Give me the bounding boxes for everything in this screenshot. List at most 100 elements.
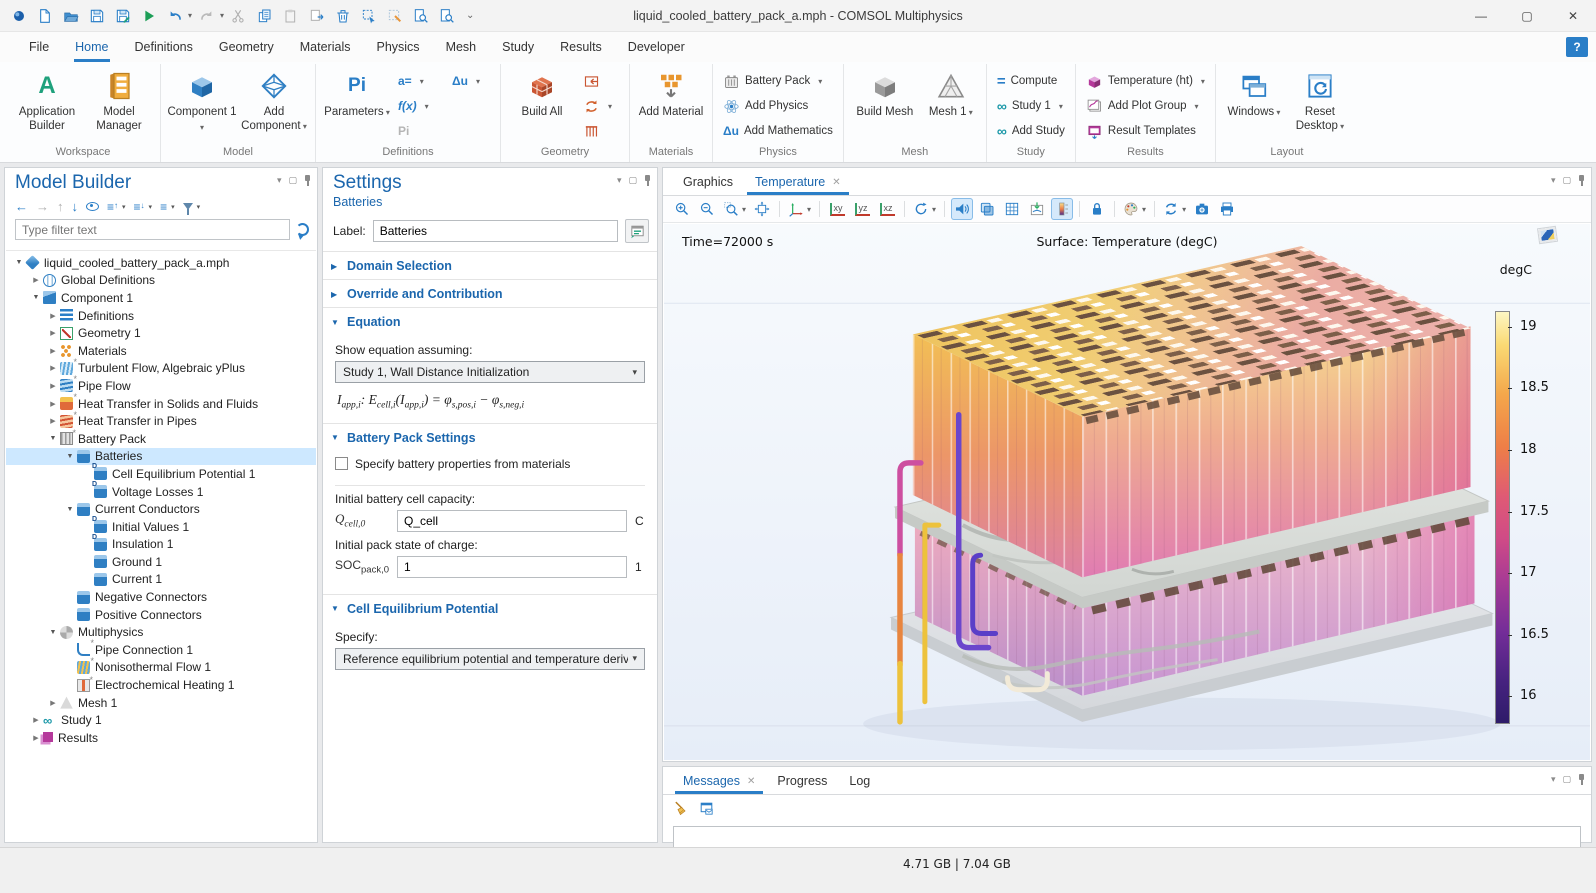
pin-icon[interactable] bbox=[1578, 774, 1585, 785]
select-icon[interactable] bbox=[358, 5, 380, 27]
tree-item-current-conductors[interactable]: Current Conductors bbox=[6, 500, 316, 518]
toolbar-overflow-icon[interactable]: ⌄ bbox=[466, 10, 474, 21]
build-all-button[interactable]: Build All bbox=[507, 66, 577, 144]
expander-icon[interactable] bbox=[12, 259, 26, 266]
compute-button[interactable]: =Compute bbox=[993, 70, 1069, 92]
add-component-button[interactable]: Add Component bbox=[239, 66, 309, 144]
view-yz-icon[interactable]: yz bbox=[851, 198, 873, 220]
parameters-button[interactable]: PiParameters bbox=[322, 66, 392, 144]
add-material-button[interactable]: Add Material bbox=[636, 66, 706, 144]
close-icon[interactable]: ✕ bbox=[747, 776, 755, 787]
copy-text-icon[interactable] bbox=[698, 800, 715, 820]
undo-caret-icon[interactable]: ▾ bbox=[188, 11, 192, 20]
coupling-button[interactable]: Δu bbox=[448, 70, 494, 92]
float-icon[interactable]: ▢ bbox=[288, 175, 297, 186]
soc-input[interactable] bbox=[397, 556, 627, 578]
transparency-icon[interactable] bbox=[976, 198, 998, 220]
refresh-icon[interactable] bbox=[296, 223, 309, 236]
open-file-icon[interactable] bbox=[60, 5, 82, 27]
tree-item-insulation[interactable]: Insulation 1 bbox=[6, 536, 316, 554]
filter-icon[interactable] bbox=[183, 203, 193, 210]
float-icon[interactable]: ▢ bbox=[628, 175, 637, 186]
menu-geometry[interactable]: Geometry bbox=[208, 32, 285, 62]
delete-icon[interactable] bbox=[332, 5, 354, 27]
tab-graphics[interactable]: Graphics bbox=[673, 175, 743, 195]
menu-mesh[interactable]: Mesh bbox=[435, 32, 488, 62]
add-mathematics-button[interactable]: ΔuAdd Mathematics bbox=[719, 120, 837, 142]
expander-icon[interactable] bbox=[29, 734, 43, 742]
back-icon[interactable]: ← bbox=[15, 199, 28, 214]
default-view-icon[interactable] bbox=[786, 198, 813, 220]
expander-icon[interactable] bbox=[46, 629, 60, 636]
undo-icon[interactable] bbox=[164, 5, 186, 27]
filter-input[interactable] bbox=[15, 219, 290, 240]
view-xy-icon[interactable]: xy bbox=[826, 198, 848, 220]
tree-item-component-1[interactable]: Component 1 bbox=[6, 289, 316, 307]
tree-item-pipe-connection[interactable]: Pipe Connection 1 bbox=[6, 641, 316, 659]
result-templates-button[interactable]: Result Templates bbox=[1082, 120, 1209, 142]
equation-assuming-dropdown[interactable]: Study 1, Wall Distance Initialization bbox=[335, 361, 645, 383]
plot-thumbnail-icon[interactable] bbox=[1538, 227, 1557, 243]
expander-icon[interactable] bbox=[29, 716, 43, 724]
expand-caret-icon[interactable]: ▾ bbox=[122, 203, 126, 211]
expander-icon[interactable] bbox=[46, 312, 60, 320]
pin-icon[interactable] bbox=[644, 175, 651, 186]
variables-button[interactable]: a= bbox=[394, 70, 446, 92]
collapse-all-icon[interactable]: ≡↓ bbox=[134, 200, 145, 214]
rename-button[interactable] bbox=[625, 219, 649, 243]
duplicate-icon[interactable] bbox=[306, 5, 328, 27]
move-down-icon[interactable]: ↓ bbox=[72, 199, 79, 214]
tree-item-negative-connectors[interactable]: Negative Connectors bbox=[6, 588, 316, 606]
tree-item-multiphysics[interactable]: Multiphysics bbox=[6, 623, 316, 641]
tree-item-definitions[interactable]: Definitions bbox=[6, 307, 316, 325]
expander-icon[interactable] bbox=[46, 347, 60, 355]
tab-temperature[interactable]: Temperature✕ bbox=[745, 175, 851, 195]
windows-button[interactable]: Windows bbox=[1222, 66, 1286, 144]
add-study-button[interactable]: ∞Add Study bbox=[993, 120, 1069, 142]
import-geometry-button[interactable] bbox=[579, 70, 623, 92]
tree-item-cell-equilibrium[interactable]: Cell Equilibrium Potential 1 bbox=[6, 465, 316, 483]
functions-button[interactable]: f(x) bbox=[394, 95, 446, 117]
show-icon[interactable] bbox=[86, 202, 99, 211]
tree-item-heat-solids[interactable]: Heat Transfer in Solids and Fluids bbox=[6, 395, 316, 413]
menu-definitions[interactable]: Definitions bbox=[124, 32, 204, 62]
component-1-button[interactable]: Component 1 bbox=[167, 66, 237, 144]
expander-icon[interactable] bbox=[46, 699, 60, 707]
expander-icon[interactable] bbox=[46, 435, 60, 442]
color-palette-icon[interactable] bbox=[1121, 198, 1148, 220]
add-plot-group-button[interactable]: Add Plot Group bbox=[1082, 95, 1209, 117]
menu-file[interactable]: File bbox=[18, 32, 60, 62]
close-button[interactable]: ✕ bbox=[1550, 0, 1596, 32]
tree-item-electrochemical-heating[interactable]: Electrochemical Heating 1 bbox=[6, 676, 316, 694]
tree-item-mesh-1[interactable]: Mesh 1 bbox=[6, 694, 316, 712]
add-physics-button[interactable]: Add Physics bbox=[719, 95, 837, 117]
expander-icon[interactable] bbox=[46, 382, 60, 390]
specify-from-materials-row[interactable]: Specify battery properties from material… bbox=[335, 453, 645, 479]
temperature-plot-button[interactable]: Temperature (ht) bbox=[1082, 70, 1209, 92]
section-battery-pack-settings[interactable]: ▼Battery Pack Settings bbox=[323, 423, 657, 451]
scene-light-icon[interactable] bbox=[951, 198, 973, 220]
application-builder-button[interactable]: AApplication Builder bbox=[12, 66, 82, 144]
menu-developer[interactable]: Developer bbox=[617, 32, 696, 62]
graphics-canvas[interactable]: Time=72000 s Surface: Temperature (degC)… bbox=[664, 224, 1590, 760]
tree-item-turbulent-flow[interactable]: Turbulent Flow, Algebraic yPlus bbox=[6, 360, 316, 378]
node-group-caret-icon[interactable]: ▾ bbox=[171, 203, 175, 211]
menu-study[interactable]: Study bbox=[491, 32, 545, 62]
section-cell-equilibrium-potential[interactable]: ▼Cell Equilibrium Potential bbox=[323, 594, 657, 622]
find-icon[interactable] bbox=[410, 5, 432, 27]
virtual-operations-button[interactable] bbox=[579, 120, 623, 142]
tree-item-heat-pipes[interactable]: Heat Transfer in Pipes bbox=[6, 412, 316, 430]
run-icon[interactable] bbox=[138, 5, 160, 27]
menu-home[interactable]: Home bbox=[64, 32, 119, 62]
zoom-in-icon[interactable] bbox=[671, 198, 693, 220]
filter-caret-icon[interactable]: ▾ bbox=[197, 203, 201, 211]
specify-dropdown[interactable]: Reference equilibrium potential and temp… bbox=[335, 648, 645, 670]
tab-messages[interactable]: Messages✕ bbox=[673, 774, 765, 794]
pin-icon[interactable] bbox=[304, 175, 311, 186]
tree-item-initial-values[interactable]: Initial Values 1 bbox=[6, 518, 316, 536]
color-legend-icon[interactable] bbox=[1051, 198, 1073, 220]
section-domain-selection[interactable]: ▶Domain Selection bbox=[323, 251, 657, 279]
tree-item-nonisothermal-flow[interactable]: Nonisothermal Flow 1 bbox=[6, 659, 316, 677]
checkbox-unchecked-icon[interactable] bbox=[335, 457, 348, 470]
menu-results[interactable]: Results bbox=[549, 32, 613, 62]
